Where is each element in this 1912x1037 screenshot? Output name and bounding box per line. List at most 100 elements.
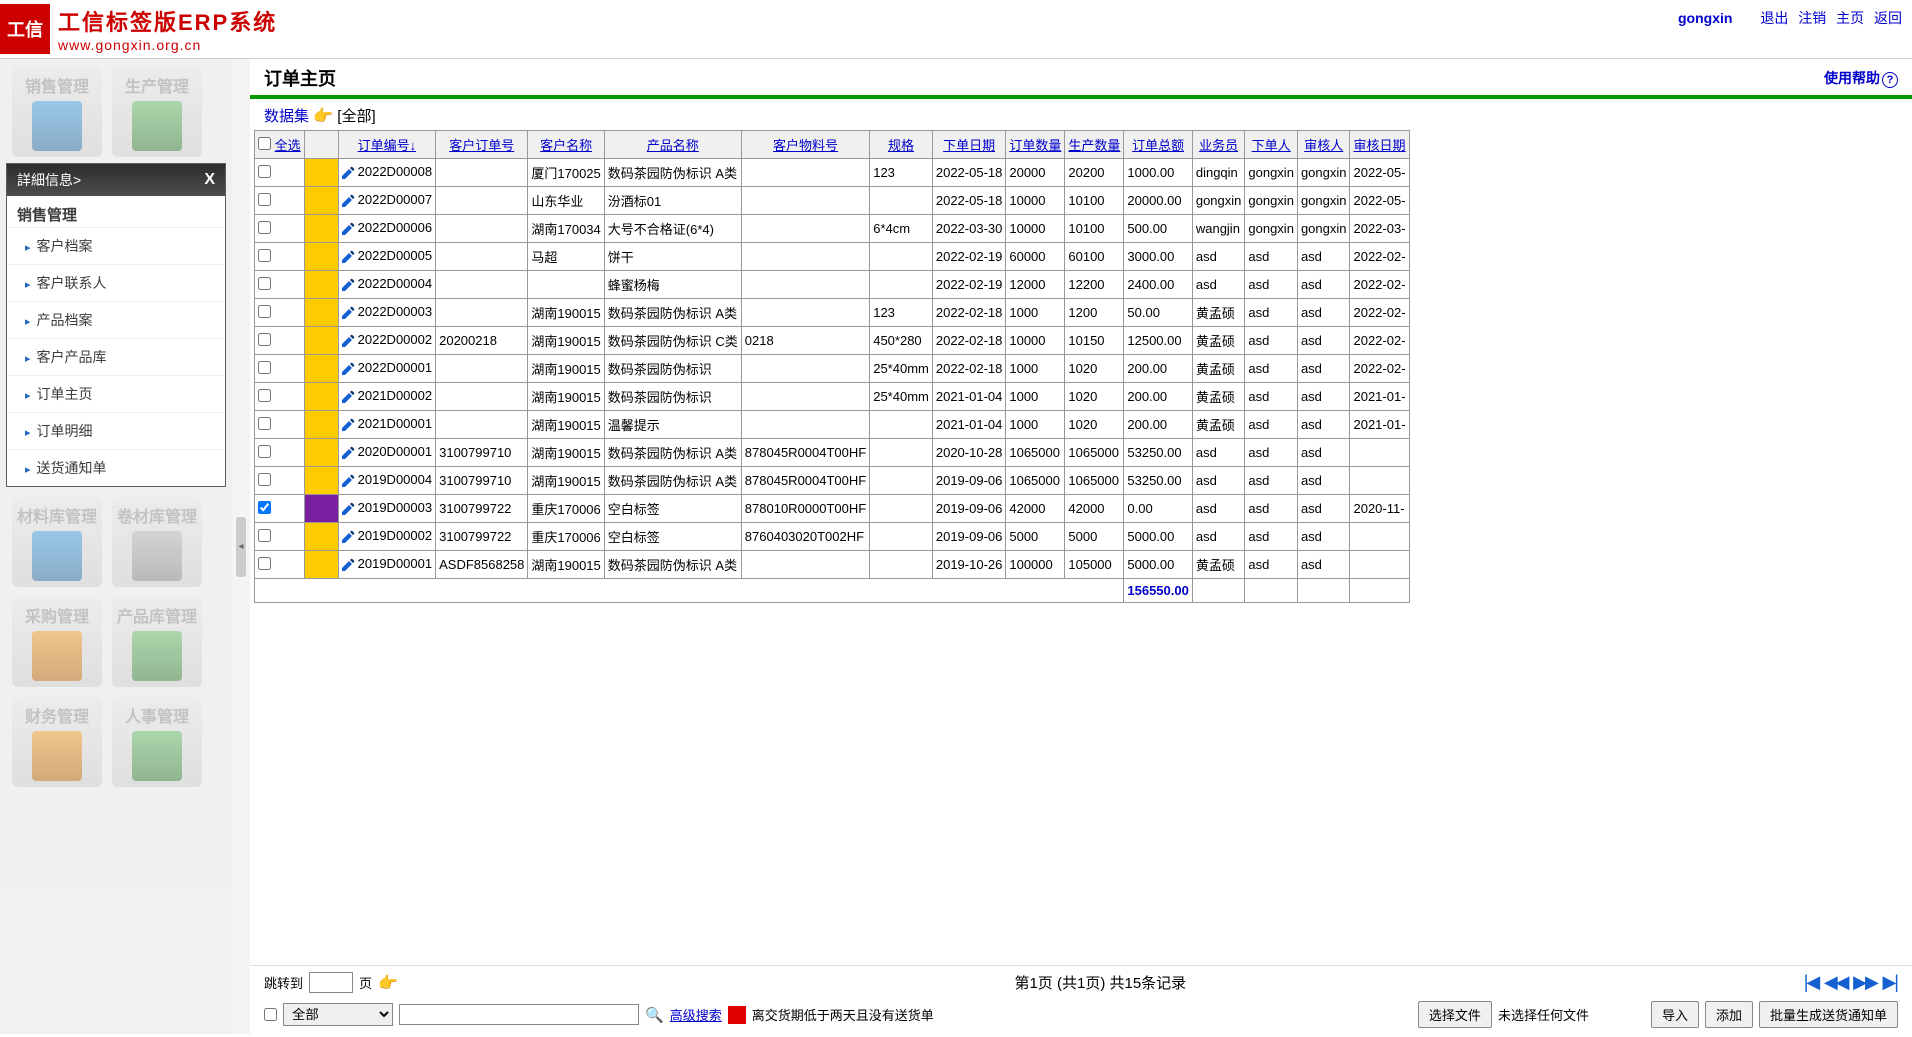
sidebar-item-1[interactable]: 客户联系人	[7, 264, 225, 301]
module-roll[interactable]: 卷材库管理	[112, 497, 202, 587]
row-checkbox[interactable]	[258, 445, 271, 458]
link-unregister[interactable]: 注销	[1798, 10, 1826, 26]
row-checkbox[interactable]	[258, 557, 271, 570]
sidebar-item-2[interactable]: 产品档案	[7, 301, 225, 338]
filter-checkbox[interactable]	[264, 1008, 277, 1021]
row-checkbox[interactable]	[258, 221, 271, 234]
sidebar-item-6[interactable]: 送货通知单	[7, 449, 225, 486]
link-home[interactable]: 主页	[1836, 10, 1864, 26]
row-checkbox[interactable]	[258, 333, 271, 346]
splitter[interactable]: ◂	[232, 59, 250, 1034]
cell-spec	[870, 467, 933, 495]
module-purchase[interactable]: 采购管理	[12, 597, 102, 687]
edit-icon[interactable]	[340, 165, 356, 181]
row-checkbox[interactable]	[258, 249, 271, 262]
col-header-0[interactable]: 订单编号↓	[358, 138, 417, 153]
sidebar-item-0[interactable]: 客户档案	[7, 227, 225, 264]
choose-file-button[interactable]: 选择文件	[1418, 1001, 1492, 1028]
sidebar-item-3[interactable]: 客户产品库	[7, 338, 225, 375]
edit-icon[interactable]	[340, 557, 356, 573]
search-input[interactable]	[399, 1004, 639, 1025]
next-page-icon[interactable]: ▶▶	[1853, 972, 1877, 992]
sidebar-close[interactable]: X	[204, 171, 215, 189]
module-finance[interactable]: 财务管理	[12, 697, 102, 787]
module-sales[interactable]: 销售管理	[12, 67, 102, 157]
edit-icon[interactable]	[340, 277, 356, 293]
edit-icon[interactable]	[340, 193, 356, 209]
cell-cust: 湖南170034	[528, 215, 604, 243]
col-header-5[interactable]: 规格	[888, 138, 914, 153]
hand-icon: 👉	[313, 108, 333, 125]
edit-icon[interactable]	[340, 529, 356, 545]
cell-no: 2019D00001	[338, 551, 435, 579]
row-checkbox[interactable]	[258, 473, 271, 486]
advanced-search-link[interactable]: 高级搜索	[670, 1005, 722, 1024]
edit-icon[interactable]	[340, 417, 356, 433]
cell-prod: 数码茶园防伪标识 A类	[604, 159, 741, 187]
row-checkbox[interactable]	[258, 361, 271, 374]
search-scope-select[interactable]: 全部	[283, 1003, 393, 1026]
cell-date: 2019-09-06	[932, 467, 1006, 495]
help-link[interactable]: 使用帮助?	[1824, 68, 1898, 88]
table-row: 2022D00005马超饼干2022-02-1960000601003000.0…	[255, 243, 1410, 271]
edit-icon[interactable]	[340, 361, 356, 377]
row-checkbox[interactable]	[258, 165, 271, 178]
row-checkbox[interactable]	[258, 193, 271, 206]
add-button[interactable]: 添加	[1705, 1001, 1753, 1028]
col-header-8[interactable]: 生产数量	[1068, 138, 1120, 153]
edit-icon[interactable]	[340, 333, 356, 349]
cell-spec	[870, 551, 933, 579]
col-header-3[interactable]: 产品名称	[647, 138, 699, 153]
col-header-13[interactable]: 审核日期	[1354, 138, 1406, 153]
edit-icon[interactable]	[340, 445, 356, 461]
edit-icon[interactable]	[340, 501, 356, 517]
col-header-10[interactable]: 业务员	[1199, 138, 1238, 153]
cell-auditor: asd	[1297, 523, 1350, 551]
select-all-link[interactable]: 全选	[275, 138, 301, 153]
import-button[interactable]: 导入	[1651, 1001, 1699, 1028]
cell-pqty: 10100	[1065, 187, 1124, 215]
col-header-7[interactable]: 订单数量	[1009, 138, 1061, 153]
last-page-icon[interactable]: ▶|	[1882, 972, 1897, 992]
cell-sales: 黄孟硕	[1192, 383, 1245, 411]
search-icon[interactable]: 🔍	[645, 1006, 664, 1024]
row-checkbox[interactable]	[258, 529, 271, 542]
sidebar-item-4[interactable]: 订单主页	[7, 375, 225, 412]
prev-page-icon[interactable]: ◀◀	[1824, 972, 1848, 992]
module-production[interactable]: 生产管理	[112, 67, 202, 157]
app-title: 工信标签版ERP系统	[58, 5, 277, 37]
edit-icon[interactable]	[340, 249, 356, 265]
cell-mat: 8760403020T002HF	[741, 523, 869, 551]
row-checkbox[interactable]	[258, 417, 271, 430]
row-checkbox[interactable]	[258, 305, 271, 318]
edit-icon[interactable]	[340, 305, 356, 321]
edit-icon[interactable]	[340, 473, 356, 489]
module-material[interactable]: 材料库管理	[12, 497, 102, 587]
first-page-icon[interactable]: |◀	[1804, 972, 1819, 992]
link-logout[interactable]: 退出	[1760, 10, 1788, 26]
row-checkbox[interactable]	[258, 501, 271, 514]
link-back[interactable]: 返回	[1874, 10, 1902, 26]
jump-go-icon[interactable]: 👉	[378, 973, 398, 993]
select-all-checkbox[interactable]	[258, 137, 271, 150]
cell-total: 5000.00	[1124, 551, 1192, 579]
cell-auditor: asd	[1297, 467, 1350, 495]
col-header-6[interactable]: 下单日期	[943, 138, 995, 153]
edit-icon[interactable]	[340, 389, 356, 405]
row-checkbox[interactable]	[258, 277, 271, 290]
jump-page-input[interactable]	[309, 972, 353, 993]
batch-generate-button[interactable]: 批量生成送货通知单	[1759, 1001, 1898, 1028]
col-header-9[interactable]: 订单总额	[1132, 138, 1184, 153]
module-hr[interactable]: 人事管理	[112, 697, 202, 787]
edit-icon[interactable]	[340, 221, 356, 237]
dataset-link[interactable]: 数据集	[264, 108, 309, 125]
row-checkbox[interactable]	[258, 389, 271, 402]
col-header-4[interactable]: 客户物料号	[773, 138, 838, 153]
col-header-11[interactable]: 下单人	[1252, 138, 1291, 153]
col-header-1[interactable]: 客户订单号	[449, 138, 514, 153]
module-product[interactable]: 产品库管理	[112, 597, 202, 687]
col-header-2[interactable]: 客户名称	[540, 138, 592, 153]
cell-auditor: asd	[1297, 299, 1350, 327]
col-header-12[interactable]: 审核人	[1304, 138, 1343, 153]
sidebar-item-5[interactable]: 订单明细	[7, 412, 225, 449]
